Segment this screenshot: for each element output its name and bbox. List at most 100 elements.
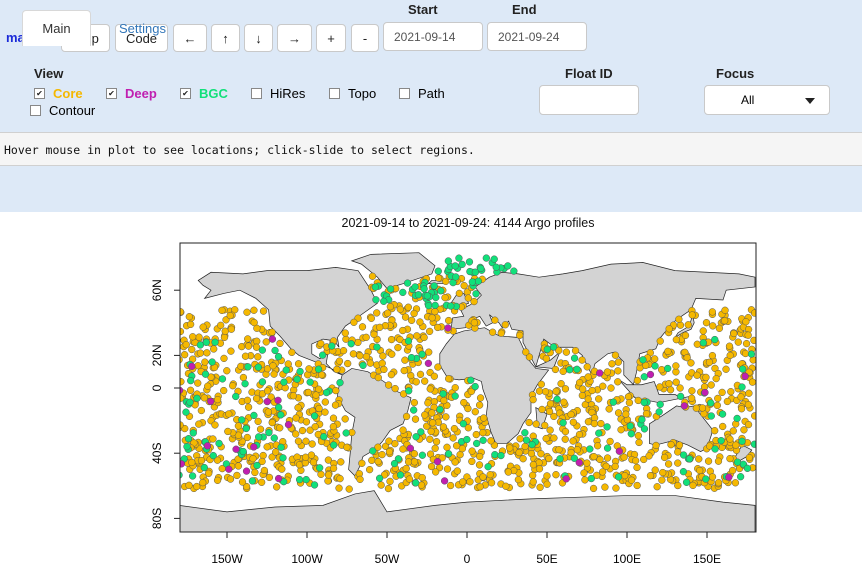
core-profile[interactable]: [442, 413, 450, 421]
core-profile[interactable]: [199, 323, 207, 331]
bgc-profile[interactable]: [320, 433, 328, 441]
core-profile[interactable]: [329, 422, 337, 431]
bgc-profile[interactable]: [465, 258, 474, 266]
core-profile[interactable]: [413, 332, 421, 340]
core-profile[interactable]: [311, 423, 319, 431]
bgc-profile[interactable]: [595, 429, 603, 437]
bgc-profile[interactable]: [556, 455, 564, 463]
core-profile[interactable]: [665, 325, 673, 333]
core-profile[interactable]: [708, 473, 717, 481]
core-profile[interactable]: [552, 387, 560, 395]
core-profile[interactable]: [476, 452, 484, 461]
core-profile[interactable]: [399, 326, 407, 335]
bgc-profile[interactable]: [196, 341, 204, 349]
bgc-profile[interactable]: [403, 279, 412, 287]
deep-profile[interactable]: [444, 324, 452, 332]
core-profile[interactable]: [515, 448, 523, 457]
core-profile[interactable]: [337, 458, 345, 466]
deep-profile[interactable]: [225, 465, 233, 473]
core-profile[interactable]: [545, 407, 554, 416]
core-profile[interactable]: [221, 327, 229, 335]
core-profile[interactable]: [625, 399, 634, 407]
bgc-profile[interactable]: [328, 342, 336, 350]
core-profile[interactable]: [252, 394, 261, 403]
bgc-profile[interactable]: [316, 464, 324, 472]
core-profile[interactable]: [321, 398, 329, 406]
core-profile[interactable]: [745, 389, 753, 397]
bgc-profile[interactable]: [490, 255, 498, 263]
core-profile[interactable]: [263, 443, 271, 451]
core-profile[interactable]: [620, 453, 628, 461]
core-profile[interactable]: [421, 411, 429, 419]
core-profile[interactable]: [714, 394, 722, 403]
core-profile[interactable]: [434, 323, 442, 332]
core-profile[interactable]: [304, 388, 313, 397]
bgc-profile[interactable]: [711, 335, 719, 344]
core-profile[interactable]: [317, 339, 325, 348]
bgc-profile[interactable]: [750, 440, 758, 448]
core-profile[interactable]: [569, 418, 578, 426]
core-profile[interactable]: [182, 341, 190, 349]
deep-profile[interactable]: [242, 467, 251, 475]
core-profile[interactable]: [583, 459, 591, 467]
core-profile[interactable]: [444, 316, 453, 325]
bgc-profile[interactable]: [444, 257, 452, 265]
core-profile[interactable]: [264, 408, 272, 416]
core-profile[interactable]: [194, 379, 202, 387]
core-profile[interactable]: [578, 356, 586, 364]
bgc-profile[interactable]: [239, 447, 247, 456]
core-profile[interactable]: [368, 272, 377, 280]
core-profile[interactable]: [224, 427, 232, 436]
core-profile[interactable]: [729, 427, 737, 435]
core-profile[interactable]: [688, 387, 696, 395]
core-profile[interactable]: [664, 347, 672, 355]
bgc-profile[interactable]: [472, 290, 480, 298]
bgc-profile[interactable]: [274, 353, 283, 361]
core-profile[interactable]: [309, 458, 318, 466]
bgc-profile[interactable]: [459, 420, 467, 428]
bgc-profile[interactable]: [747, 350, 756, 358]
core-profile[interactable]: [189, 333, 197, 341]
core-profile[interactable]: [595, 395, 603, 403]
core-profile[interactable]: [708, 308, 717, 316]
bgc-profile[interactable]: [522, 436, 531, 444]
core-profile[interactable]: [475, 401, 484, 409]
bgc-profile[interactable]: [293, 375, 301, 383]
core-profile[interactable]: [667, 441, 675, 449]
core-profile[interactable]: [693, 371, 701, 379]
core-profile[interactable]: [432, 438, 441, 446]
core-profile[interactable]: [276, 339, 284, 348]
core-profile[interactable]: [350, 318, 358, 326]
bgc-profile[interactable]: [738, 383, 746, 391]
core-profile[interactable]: [425, 348, 433, 356]
core-profile[interactable]: [195, 333, 203, 341]
core-profile[interactable]: [612, 484, 620, 492]
bgc-profile[interactable]: [242, 424, 250, 433]
core-profile[interactable]: [506, 444, 514, 452]
core-profile[interactable]: [195, 420, 203, 428]
core-profile[interactable]: [305, 365, 313, 373]
core-profile[interactable]: [294, 403, 302, 412]
deep-profile[interactable]: [406, 444, 415, 452]
core-profile[interactable]: [608, 360, 616, 368]
core-profile[interactable]: [607, 384, 615, 392]
bgc-profile[interactable]: [250, 411, 258, 420]
bgc-profile[interactable]: [491, 451, 499, 459]
core-profile[interactable]: [614, 409, 623, 417]
core-profile[interactable]: [335, 484, 343, 492]
core-profile[interactable]: [501, 321, 509, 329]
core-profile[interactable]: [470, 319, 479, 327]
core-profile[interactable]: [529, 396, 537, 404]
bgc-profile[interactable]: [718, 410, 727, 418]
core-profile[interactable]: [220, 333, 229, 342]
bgc-profile[interactable]: [396, 471, 405, 479]
core-profile[interactable]: [186, 386, 195, 394]
core-profile[interactable]: [579, 385, 587, 393]
core-profile[interactable]: [263, 387, 272, 395]
bgc-profile[interactable]: [336, 379, 344, 387]
bgc-profile[interactable]: [458, 260, 466, 269]
core-profile[interactable]: [203, 349, 211, 357]
core-profile[interactable]: [569, 437, 577, 445]
core-profile[interactable]: [599, 382, 607, 390]
bgc-profile[interactable]: [468, 278, 476, 286]
